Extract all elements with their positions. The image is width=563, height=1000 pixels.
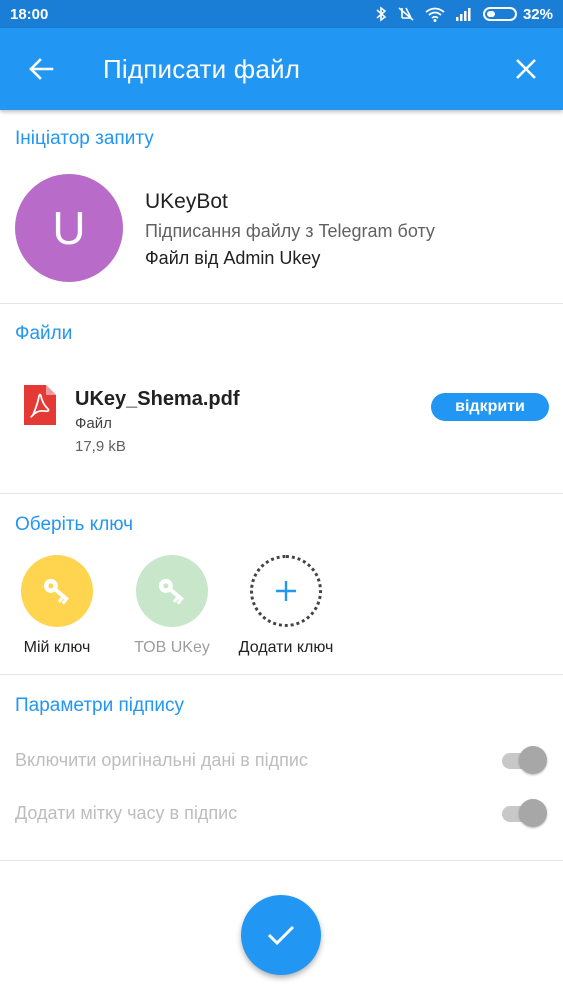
key-item-my-key[interactable]: Мій ключ [2,555,112,657]
toggle-thumb [519,746,547,774]
divider [0,860,563,861]
key-icon [43,578,70,605]
close-icon [516,59,536,79]
initiator-file-from: Файл від Admin Ukey [145,248,321,268]
divider [0,303,563,304]
add-key-circle [250,555,322,627]
arrow-back-icon [29,58,54,80]
status-bar: 18:00 32% [0,0,563,28]
battery-indicator: 32% [482,5,553,23]
key-icon [158,578,185,605]
avatar: U [15,174,123,282]
divider [0,493,563,494]
back-button[interactable] [22,50,60,88]
avatar-letter: U [52,202,86,254]
files-section-title: Файли [15,323,73,344]
checkmark-icon [267,925,295,946]
param-row-timestamp: Додати мітку часу в підпис [15,798,548,828]
keys-section-title: Оберіть ключ [15,514,134,535]
key-avatar [136,555,208,627]
key-label: Мій ключ [23,639,91,656]
initiator-section-title: Ініціатор запиту [15,128,154,149]
toggle-thumb [519,799,547,827]
param-row-include-data: Включити оригінальні дані в підпис [15,745,548,775]
status-time: 18:00 [10,5,49,23]
key-item-tov-ukey[interactable]: ТОВ UKey [117,555,227,657]
silent-mode-icon [397,6,415,22]
param-label: Включити оригінальні дані в підпис [15,749,308,770]
key-label: ТОВ UKey [134,639,210,656]
divider [0,674,563,675]
signal-icon [455,7,473,21]
plus-icon [276,581,296,601]
initiator-name: UKeyBot [145,190,228,213]
include-data-toggle[interactable] [500,745,548,775]
pdf-file-icon [24,385,56,425]
file-size: 17,9 kB [75,438,126,455]
battery-icon [482,7,517,21]
param-label: Додати мітку часу в підпис [15,802,238,823]
open-file-button[interactable]: відкрити [431,393,549,421]
page-title: Підписати файл [103,54,301,84]
bluetooth-icon [375,6,387,22]
status-icons: 32% [375,6,553,23]
confirm-sign-button[interactable] [241,895,321,975]
battery-fill [486,11,495,17]
initiator-description: Підписання файлу з Telegram боту [145,221,435,241]
wifi-icon [425,7,445,22]
battery-percent: 32% [522,5,553,23]
params-section-title: Параметри підпису [15,695,185,716]
timestamp-toggle[interactable] [500,798,548,828]
file-type: Файл [75,415,112,432]
key-avatar [21,555,93,627]
add-key-button[interactable]: Додати ключ [231,555,341,657]
file-name: UKey_Shema.pdf [75,388,240,410]
app-bar: Підписати файл [0,28,563,110]
key-label: Додати ключ [238,639,334,656]
close-button[interactable] [507,50,545,88]
